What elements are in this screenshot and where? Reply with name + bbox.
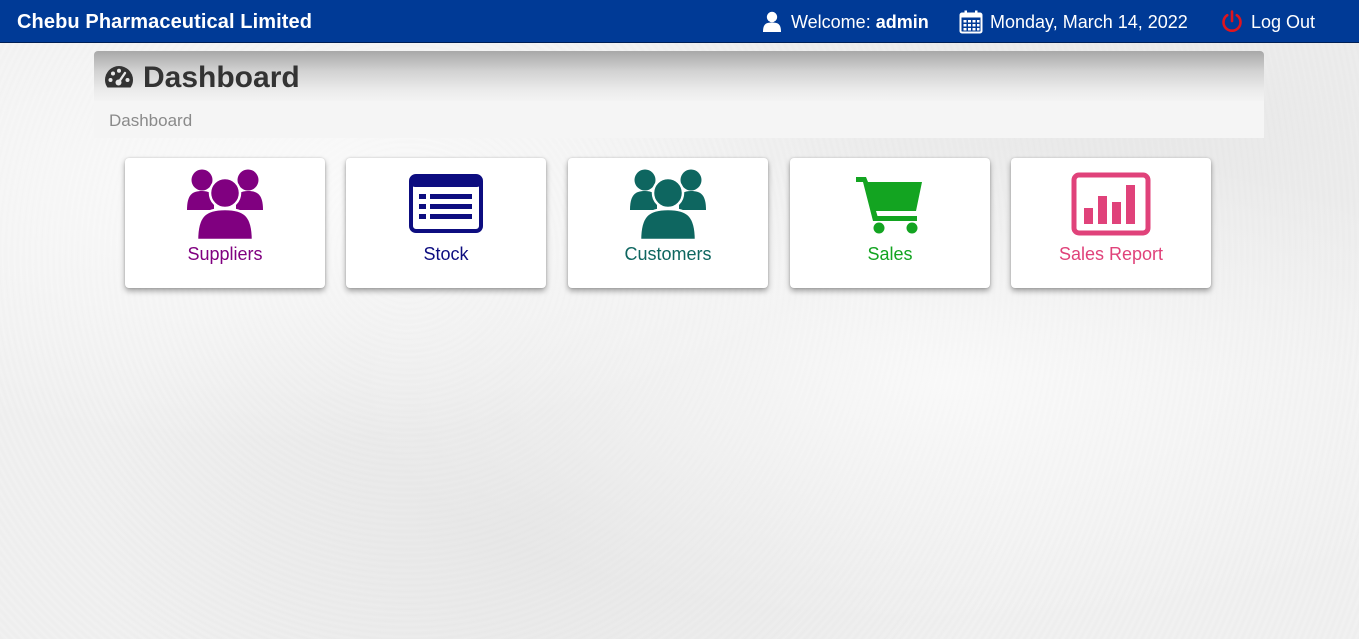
list-alt-icon [346, 168, 546, 240]
calendar-icon [959, 10, 983, 34]
welcome-user[interactable]: Welcome: admin [760, 9, 929, 35]
page-header: Dashboard [94, 51, 1264, 101]
power-icon [1220, 10, 1244, 34]
tile-label: Sales [867, 244, 913, 264]
brand-title[interactable]: Chebu Pharmaceutical Limited [17, 11, 312, 34]
tile-label: Sales Report [1058, 244, 1164, 264]
bar-chart-icon [1011, 168, 1211, 240]
sales-tile[interactable]: Sales [790, 158, 990, 288]
username: admin [875, 11, 929, 32]
users-icon [125, 168, 325, 240]
dashboard-icon [104, 65, 134, 91]
sales-report-tile[interactable]: Sales Report [1011, 158, 1211, 288]
breadcrumb: Dashboard [109, 111, 193, 130]
stock-tile[interactable]: Stock [346, 158, 546, 288]
logout-label: Log Out [1251, 11, 1316, 32]
customers-tile[interactable]: Customers [568, 158, 768, 288]
top-navbar: Chebu Pharmaceutical Limited Welcome: ad… [0, 0, 1359, 43]
tile-label: Suppliers [187, 244, 263, 264]
shopping-cart-icon [790, 168, 990, 240]
date-text: Monday, March 14, 2022 [990, 11, 1188, 32]
user-icon [760, 10, 784, 34]
welcome-label: Welcome: [791, 11, 871, 32]
logout-link[interactable]: Log Out [1220, 9, 1315, 35]
current-date: Monday, March 14, 2022 [959, 9, 1188, 35]
page-title: Dashboard [143, 61, 300, 94]
tile-label: Customers [624, 244, 712, 264]
breadcrumb-bar: Dashboard [94, 101, 1264, 138]
suppliers-tile[interactable]: Suppliers [125, 158, 325, 288]
users-icon [568, 168, 768, 240]
tile-label: Stock [423, 244, 469, 264]
